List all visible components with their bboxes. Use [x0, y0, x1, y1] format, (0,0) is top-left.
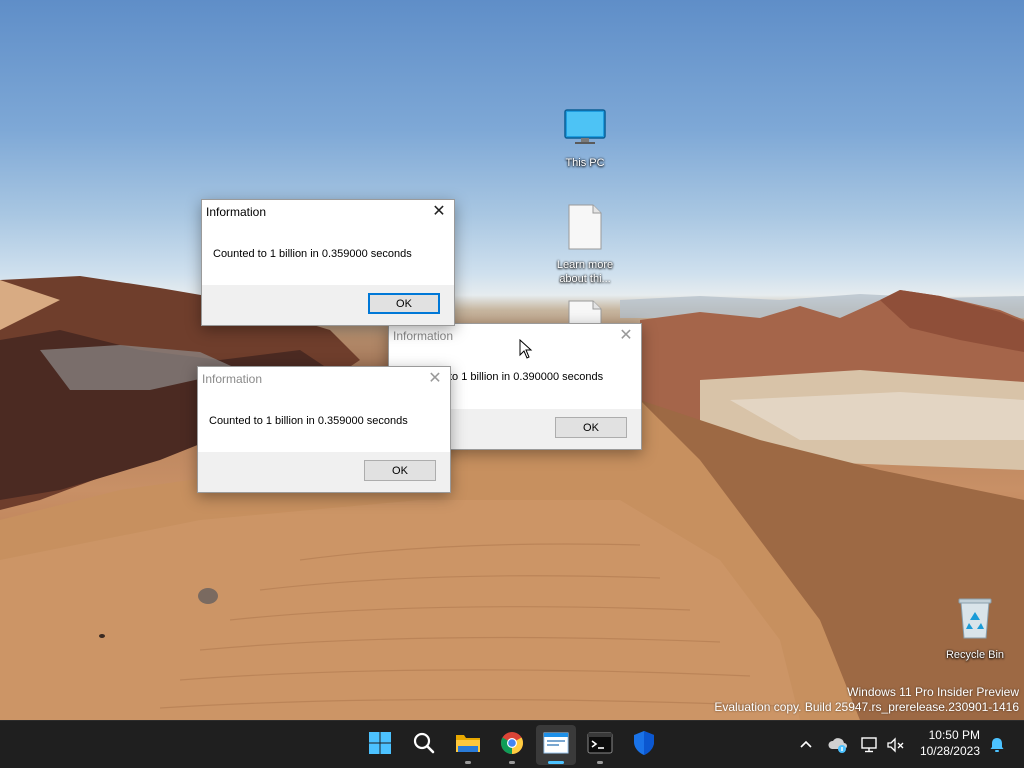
watermark-line: Evaluation copy. Build 25947.rs_prerelea… [714, 700, 1019, 714]
desktop-icon-recycle-bin[interactable]: Recycle Bin [938, 596, 1012, 662]
close-icon[interactable]: ✕ [424, 200, 454, 225]
volume-muted-icon[interactable] [884, 733, 908, 757]
watermark-line: Windows 11 Pro Insider Preview [847, 685, 1019, 699]
shield-icon [632, 730, 656, 760]
clock-date: 10/28/2023 [919, 744, 980, 758]
desktop-icon-this-pc[interactable]: This PC [548, 108, 622, 170]
app-button-active[interactable] [536, 725, 576, 765]
windows-start-icon [368, 731, 392, 759]
terminal-button[interactable] [580, 725, 620, 765]
windows-security-button[interactable] [624, 725, 664, 765]
dialog-message: to 1 billion in 0.390000 seconds [449, 371, 604, 383]
running-indicator [509, 761, 515, 764]
dialog-titlebar[interactable]: Information ✕ [198, 367, 450, 392]
desktop-icon-label: This PC [565, 157, 605, 169]
network-icon[interactable] [858, 733, 882, 757]
recycle-bin-icon [938, 596, 1012, 644]
dialog-titlebar[interactable]: Information ✕ [202, 200, 454, 225]
ok-button[interactable]: OK [368, 293, 440, 314]
file-explorer-button[interactable] [448, 725, 488, 765]
start-button[interactable] [360, 725, 400, 765]
dialog-body: Counted to 1 billion in 0.359000 seconds [202, 225, 454, 285]
dialog-title: Information [202, 372, 263, 386]
ok-button[interactable]: OK [555, 417, 627, 438]
chrome-button[interactable] [492, 725, 532, 765]
onedrive-icon[interactable] [826, 733, 850, 757]
terminal-icon [587, 732, 613, 758]
monitor-icon [548, 108, 622, 152]
clock-time: 10:50 PM [928, 728, 980, 742]
close-icon[interactable]: ✕ [611, 324, 641, 349]
dialog-message: Counted to 1 billion in 0.359000 seconds [209, 415, 408, 427]
ok-button[interactable]: OK [364, 460, 436, 481]
dialog-title: Information [206, 205, 267, 219]
window-app-icon [543, 732, 569, 758]
information-dialog[interactable]: Information ✕ Counted to 1 billion in 0.… [197, 366, 451, 493]
taskbar: 10:50 PM 10/28/2023 [0, 720, 1024, 768]
active-indicator [548, 761, 564, 764]
notification-bell-icon[interactable] [985, 733, 1009, 757]
desktop: This PC Learn more about thi... Recycle … [0, 0, 1024, 720]
mouse-cursor-icon [519, 338, 533, 363]
evaluation-watermark: Windows 11 Pro Insider Preview Evaluatio… [714, 685, 1019, 715]
information-dialog[interactable]: Information ✕ Counted to 1 billion in 0.… [201, 199, 455, 326]
dialog-footer: OK [202, 285, 454, 325]
desktop-icon-label: Recycle Bin [945, 649, 1005, 661]
search-icon [412, 731, 436, 759]
search-button[interactable] [404, 725, 444, 765]
show-hidden-icons-chevron-icon[interactable] [794, 733, 818, 757]
dialog-titlebar[interactable]: Information ✕ [389, 324, 641, 349]
running-indicator [597, 761, 603, 764]
taskbar-clock[interactable]: 10:50 PM 10/28/2023 [920, 727, 980, 759]
dialog-message: Counted to 1 billion in 0.359000 seconds [213, 248, 412, 260]
dialog-footer: OK [198, 452, 450, 492]
dialog-body: Counted to 1 billion in 0.359000 seconds [198, 392, 450, 452]
running-indicator [465, 761, 471, 764]
chrome-icon [500, 731, 524, 759]
desktop-icon-label: Learn more about thi... [556, 259, 614, 285]
document-icon [548, 204, 622, 254]
dialog-title: Information [393, 329, 454, 343]
desktop-icon-learn-more[interactable]: Learn more about thi... [548, 204, 622, 286]
folder-icon [455, 731, 481, 759]
close-icon[interactable]: ✕ [420, 367, 450, 392]
